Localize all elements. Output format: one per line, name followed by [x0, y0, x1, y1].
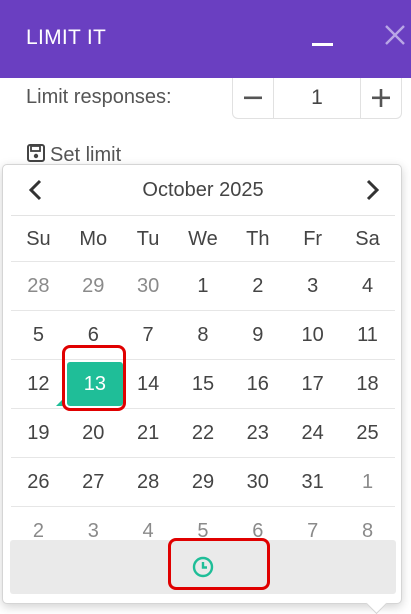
calendar-day[interactable]: 30 — [120, 261, 176, 311]
calendar-day[interactable]: 29 — [175, 457, 231, 507]
increment-button[interactable] — [360, 78, 401, 118]
calendar-week-row: 28 29 30 1 2 3 4 — [11, 261, 395, 311]
calendar-day[interactable]: 15 — [175, 359, 231, 409]
weekday-label: Sa — [355, 227, 380, 250]
app-title: LIMIT IT — [26, 26, 107, 49]
limit-responses-value[interactable]: 1 — [274, 86, 360, 110]
calendar-week-row: 26 27 28 29 30 31 1 — [11, 457, 395, 507]
calendar-day[interactable]: 25 — [340, 408, 395, 458]
calendar-day[interactable]: 1 — [340, 457, 395, 507]
month-year-label[interactable]: October 2025 — [71, 179, 335, 202]
decrement-button[interactable] — [233, 78, 274, 118]
calendar-day[interactable]: 4 — [340, 261, 395, 311]
calendar-day[interactable]: 8 — [175, 310, 231, 360]
annotation-highlight-time-toggle — [168, 538, 270, 590]
calendar-day[interactable]: 22 — [175, 408, 231, 458]
annotation-highlight-selected-date — [62, 345, 126, 411]
calendar-day[interactable]: 18 — [340, 359, 395, 409]
limit-responses-stepper: 1 — [232, 78, 402, 119]
calendar-day[interactable]: 31 — [285, 457, 341, 507]
calendar-day[interactable]: 1 — [175, 261, 231, 311]
weekday-label: Fr — [303, 227, 323, 250]
calendar-day[interactable]: 11 — [340, 310, 395, 360]
app-header: LIMIT IT — [0, 0, 411, 78]
calendar-day[interactable]: 19 — [11, 408, 66, 458]
popup-pointer — [365, 592, 388, 614]
save-icon — [27, 144, 45, 162]
previous-month-button[interactable] — [23, 177, 49, 203]
set-limit-label: Set limit — [50, 144, 122, 166]
calendar-day[interactable]: 14 — [120, 359, 176, 409]
calendar-day[interactable]: 5 — [11, 310, 66, 360]
calendar-day[interactable]: 24 — [285, 408, 341, 458]
calendar-day[interactable]: 17 — [285, 359, 341, 409]
calendar-day[interactable]: 20 — [65, 408, 121, 458]
calendar-day[interactable]: 16 — [230, 359, 286, 409]
calendar-day[interactable]: 27 — [65, 457, 121, 507]
close-icon[interactable] — [384, 24, 406, 46]
weekday-label: We — [188, 227, 218, 250]
limit-responses-label: Limit responses: — [26, 86, 172, 108]
weekday-label: Tu — [136, 227, 160, 250]
weekday-label: Th — [246, 227, 270, 250]
weekday-label: Mo — [79, 227, 108, 250]
calendar-day[interactable]: 29 — [65, 261, 121, 311]
calendar-day[interactable]: 23 — [230, 408, 286, 458]
calendar-day[interactable]: 2 — [230, 261, 286, 311]
calendar-day[interactable]: 21 — [120, 408, 176, 458]
calendar-day[interactable]: 3 — [285, 261, 341, 311]
calendar-day[interactable]: 10 — [285, 310, 341, 360]
minimize-icon[interactable] — [312, 43, 333, 46]
weekday-label: Su — [26, 227, 51, 250]
calendar-day[interactable]: 30 — [230, 457, 286, 507]
calendar-day[interactable]: 28 — [11, 261, 66, 311]
calendar-day[interactable]: 26 — [11, 457, 66, 507]
next-month-button[interactable] — [359, 177, 385, 203]
calendar-day-today[interactable]: 12 — [11, 359, 66, 409]
calendar-header: October 2025 — [11, 165, 395, 216]
calendar-week-row: 19 20 21 22 23 24 25 — [11, 408, 395, 458]
weekday-header-row: Su Mo Tu We Th Fr Sa — [11, 217, 395, 262]
calendar-day[interactable]: 28 — [120, 457, 176, 507]
calendar-day[interactable]: 7 — [120, 310, 176, 360]
calendar-day[interactable]: 9 — [230, 310, 286, 360]
limit-responses-row: Limit responses: 1 — [0, 78, 411, 134]
